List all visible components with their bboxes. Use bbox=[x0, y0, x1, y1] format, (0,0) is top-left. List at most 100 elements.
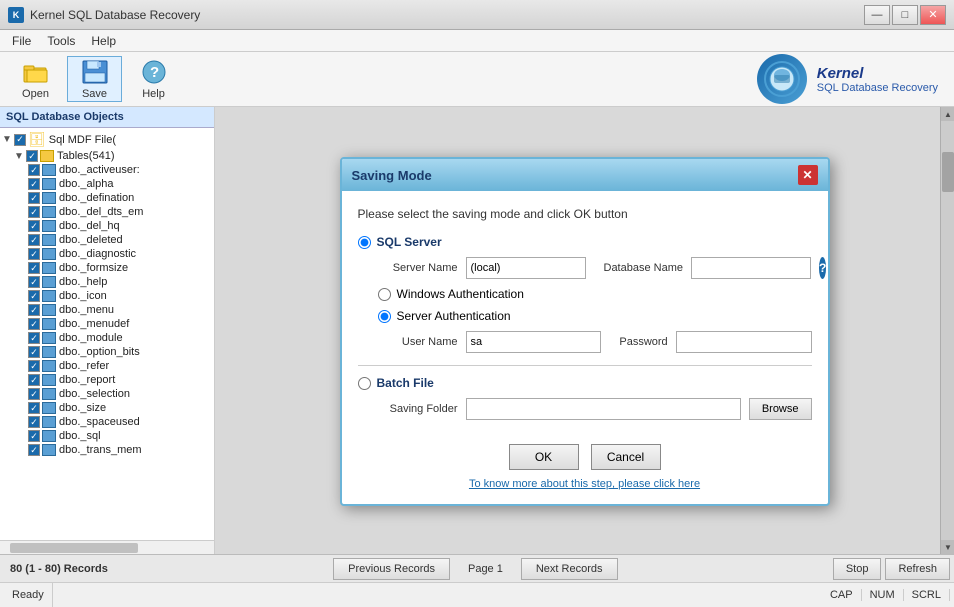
horizontal-scrollbar[interactable] bbox=[0, 540, 214, 554]
status-right: CAP NUM SCRL bbox=[822, 589, 950, 601]
stop-button[interactable]: Stop bbox=[833, 558, 882, 580]
open-button[interactable]: Open bbox=[8, 56, 63, 102]
database-name-input[interactable] bbox=[691, 257, 811, 279]
item-label: dbo._diagnostic bbox=[59, 248, 136, 260]
refresh-button[interactable]: Refresh bbox=[885, 558, 950, 580]
list-item[interactable]: dbo._menudef bbox=[0, 317, 214, 331]
list-item[interactable]: dbo._report bbox=[0, 373, 214, 387]
list-item[interactable]: dbo._deleted bbox=[0, 233, 214, 247]
server-db-row: Server Name Database Name ? bbox=[378, 257, 812, 279]
list-item[interactable]: dbo._size bbox=[0, 401, 214, 415]
item-checkbox[interactable] bbox=[28, 402, 40, 414]
tables-expand-icon: ▼ bbox=[14, 151, 26, 162]
user-name-input[interactable] bbox=[466, 331, 602, 353]
item-checkbox[interactable] bbox=[28, 178, 40, 190]
list-item[interactable]: dbo._diagnostic bbox=[0, 247, 214, 261]
save-button[interactable]: Save bbox=[67, 56, 122, 102]
list-item[interactable]: dbo._spaceused bbox=[0, 415, 214, 429]
item-label: dbo._trans_mem bbox=[59, 444, 142, 456]
list-item[interactable]: dbo._alpha bbox=[0, 177, 214, 191]
close-button[interactable]: ✕ bbox=[920, 5, 946, 25]
list-item[interactable]: dbo._menu bbox=[0, 303, 214, 317]
tables-checkbox[interactable] bbox=[26, 150, 38, 162]
root-checkbox[interactable] bbox=[14, 134, 26, 146]
sql-server-radio[interactable] bbox=[358, 236, 371, 249]
list-item[interactable]: dbo._module bbox=[0, 331, 214, 345]
save-icon bbox=[81, 58, 109, 86]
user-name-label: User Name bbox=[378, 336, 458, 348]
tree-root[interactable]: ▼ 🗄 Sql MDF File( bbox=[0, 130, 214, 149]
cancel-button[interactable]: Cancel bbox=[591, 444, 661, 470]
list-item[interactable]: dbo._defination bbox=[0, 191, 214, 205]
item-checkbox[interactable] bbox=[28, 430, 40, 442]
dialog-close-button[interactable]: ✕ bbox=[798, 165, 818, 185]
item-label: dbo._report bbox=[59, 374, 115, 386]
records-bar: 80 (1 - 80) Records Previous Records Pag… bbox=[0, 554, 954, 582]
tree-area[interactable]: ▼ 🗄 Sql MDF File( ▼ Tables(541) dbo._act… bbox=[0, 128, 214, 540]
saving-folder-input[interactable] bbox=[466, 398, 741, 420]
item-checkbox[interactable] bbox=[28, 360, 40, 372]
item-checkbox[interactable] bbox=[28, 220, 40, 232]
server-auth-radio[interactable] bbox=[378, 310, 391, 323]
list-item[interactable]: dbo._trans_mem bbox=[0, 443, 214, 457]
menu-tools[interactable]: Tools bbox=[39, 32, 83, 50]
item-checkbox[interactable] bbox=[28, 416, 40, 428]
item-checkbox[interactable] bbox=[28, 248, 40, 260]
item-checkbox[interactable] bbox=[28, 444, 40, 456]
list-item[interactable]: dbo._help bbox=[0, 275, 214, 289]
item-checkbox[interactable] bbox=[28, 374, 40, 386]
menu-bar: File Tools Help bbox=[0, 30, 954, 52]
menu-help[interactable]: Help bbox=[83, 32, 124, 50]
table-icon bbox=[42, 304, 56, 316]
item-checkbox[interactable] bbox=[28, 276, 40, 288]
server-name-input[interactable] bbox=[466, 257, 586, 279]
item-checkbox[interactable] bbox=[28, 206, 40, 218]
item-checkbox[interactable] bbox=[28, 192, 40, 204]
tables-item[interactable]: ▼ Tables(541) bbox=[0, 149, 214, 163]
item-label: dbo._help bbox=[59, 276, 107, 288]
app-title: Kernel SQL Database Recovery bbox=[30, 8, 200, 22]
item-checkbox[interactable] bbox=[28, 304, 40, 316]
list-item[interactable]: dbo._del_dts_em bbox=[0, 205, 214, 219]
list-item[interactable]: dbo._refer bbox=[0, 359, 214, 373]
help-link[interactable]: To know more about this step, please cli… bbox=[469, 478, 700, 490]
item-checkbox[interactable] bbox=[28, 262, 40, 274]
help-icon: ? bbox=[140, 58, 168, 86]
dialog-footer: OK Cancel To know more about this step, … bbox=[342, 436, 828, 504]
menu-file[interactable]: File bbox=[4, 32, 39, 50]
list-item[interactable]: dbo._formsize bbox=[0, 261, 214, 275]
item-label: dbo._formsize bbox=[59, 262, 128, 274]
app-icon: K bbox=[8, 7, 24, 23]
list-item[interactable]: dbo._selection bbox=[0, 387, 214, 401]
help-button[interactable]: ? Help bbox=[126, 56, 181, 102]
maximize-button[interactable]: □ bbox=[892, 5, 918, 25]
database-help-button[interactable]: ? bbox=[819, 257, 826, 279]
item-checkbox[interactable] bbox=[28, 290, 40, 302]
brand-product: SQL Database Recovery bbox=[817, 82, 938, 94]
item-checkbox[interactable] bbox=[28, 332, 40, 344]
next-records-button[interactable]: Next Records bbox=[521, 558, 618, 580]
table-icon bbox=[42, 276, 56, 288]
expand-icon: ▼ bbox=[2, 134, 14, 145]
item-checkbox[interactable] bbox=[28, 164, 40, 176]
list-item[interactable]: dbo._option_bits bbox=[0, 345, 214, 359]
item-checkbox[interactable] bbox=[28, 234, 40, 246]
item-checkbox[interactable] bbox=[28, 388, 40, 400]
windows-auth-radio[interactable] bbox=[378, 288, 391, 301]
brand-logo bbox=[757, 54, 807, 104]
minimize-button[interactable]: — bbox=[864, 5, 890, 25]
item-checkbox[interactable] bbox=[28, 346, 40, 358]
browse-button[interactable]: Browse bbox=[749, 398, 812, 420]
list-item[interactable]: dbo._sql bbox=[0, 429, 214, 443]
ok-button[interactable]: OK bbox=[509, 444, 579, 470]
previous-records-button[interactable]: Previous Records bbox=[333, 558, 450, 580]
list-item[interactable]: dbo._del_hq bbox=[0, 219, 214, 233]
list-item[interactable]: dbo._icon bbox=[0, 289, 214, 303]
item-checkbox[interactable] bbox=[28, 318, 40, 330]
dialog-buttons: OK Cancel bbox=[509, 444, 661, 470]
table-icon bbox=[42, 290, 56, 302]
list-item[interactable]: dbo._activeuser: bbox=[0, 163, 214, 177]
password-input[interactable] bbox=[676, 331, 812, 353]
batch-file-radio[interactable] bbox=[358, 377, 371, 390]
window-controls: — □ ✕ bbox=[864, 5, 946, 25]
